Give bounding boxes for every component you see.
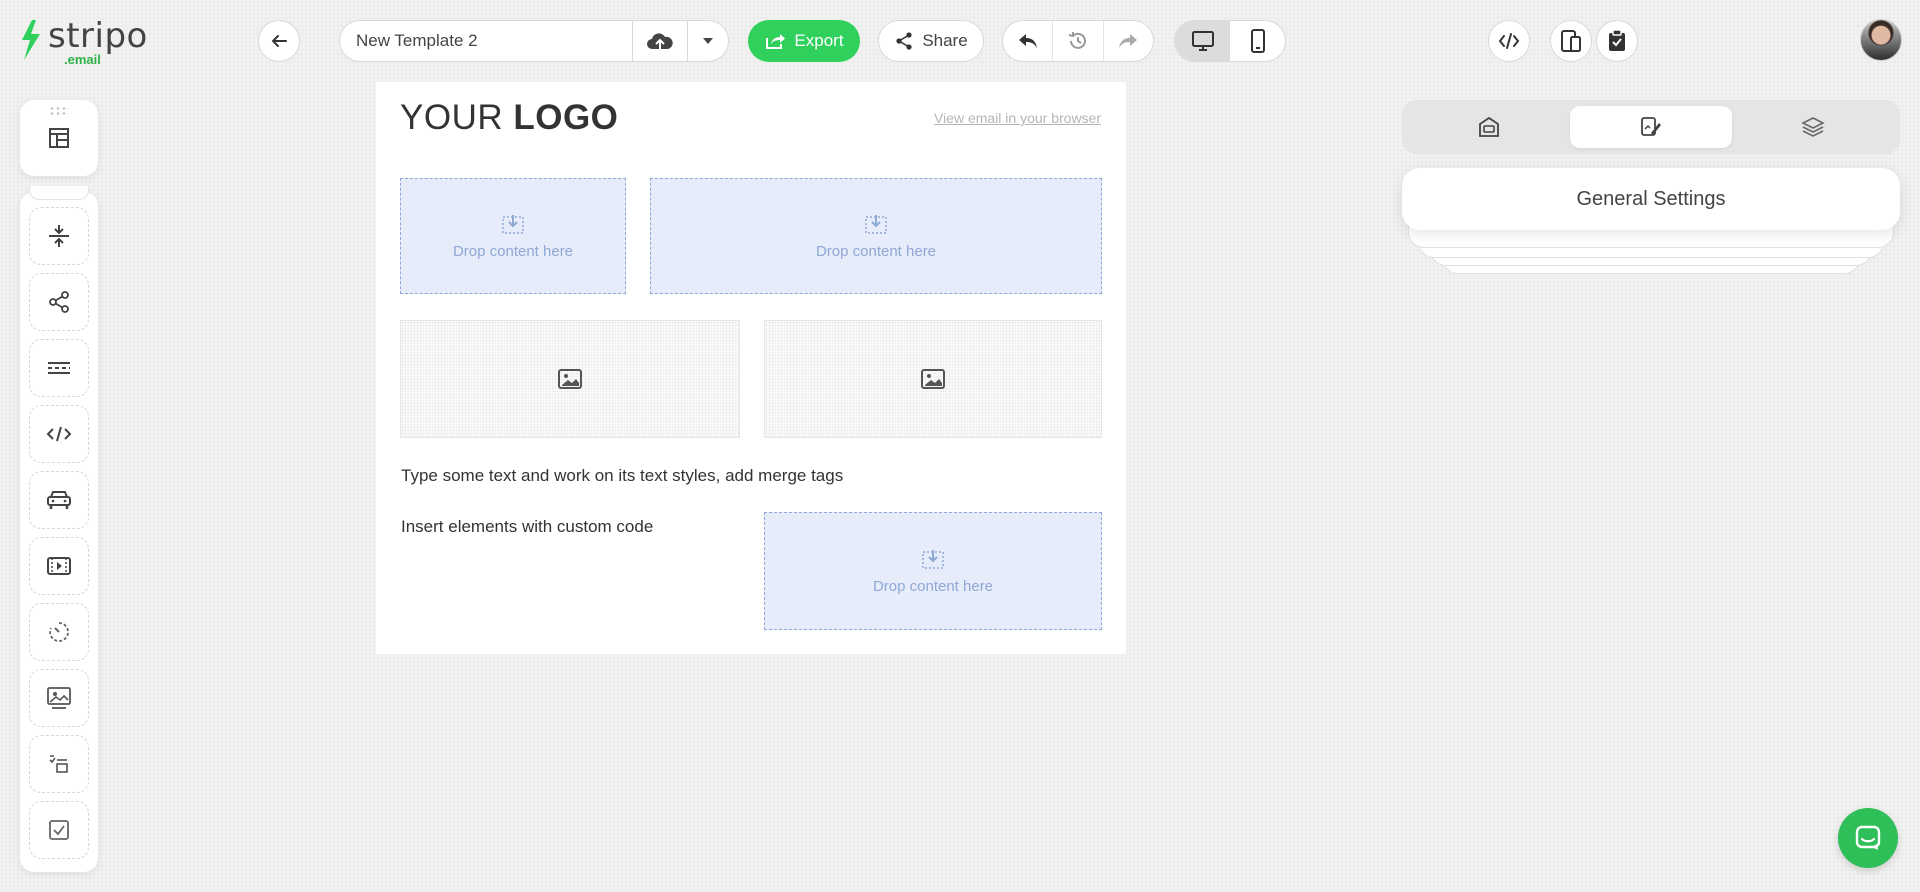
your-logo-placeholder[interactable]: YOUR LOGO bbox=[400, 98, 618, 138]
email-canvas[interactable]: YOUR LOGO View email in your browser Dro… bbox=[376, 82, 1126, 654]
mobile-view-button[interactable] bbox=[1230, 21, 1285, 61]
logo-prefix-text: YOUR bbox=[400, 98, 514, 137]
checkbox-icon bbox=[49, 820, 69, 840]
style-icon bbox=[1641, 117, 1661, 136]
image-placeholder[interactable] bbox=[764, 320, 1102, 438]
drop-label: Drop content here bbox=[452, 242, 574, 260]
settings-panel-tabs bbox=[1402, 100, 1900, 154]
undo-button[interactable] bbox=[1003, 21, 1054, 61]
mobile-icon bbox=[1250, 29, 1265, 53]
image-icon bbox=[921, 369, 945, 389]
support-chat-button[interactable] bbox=[1838, 808, 1898, 868]
history-icon bbox=[1068, 32, 1086, 49]
redo-icon bbox=[1119, 34, 1138, 48]
drop-label: Drop content here bbox=[872, 577, 994, 595]
responsive-preview-icon bbox=[1561, 30, 1581, 52]
share-button[interactable]: Share bbox=[878, 20, 984, 62]
tab-style[interactable] bbox=[1570, 106, 1732, 148]
custom-code-text[interactable]: Insert elements with custom code bbox=[401, 517, 653, 537]
template-name-group: New Template 2 bbox=[339, 20, 729, 62]
layers-icon bbox=[1801, 117, 1825, 137]
spacer-icon bbox=[49, 225, 69, 247]
history-button[interactable] bbox=[1053, 21, 1104, 61]
tool-html[interactable] bbox=[29, 405, 89, 463]
image-placeholder[interactable] bbox=[400, 320, 740, 438]
tool-social[interactable] bbox=[29, 273, 89, 331]
export-label: Export bbox=[794, 31, 844, 50]
drop-download-icon bbox=[922, 549, 944, 569]
drop-label: Drop content here bbox=[815, 242, 937, 260]
tab-layers[interactable] bbox=[1732, 106, 1894, 148]
tab-appearance[interactable] bbox=[1408, 106, 1570, 148]
share-label: Share bbox=[922, 31, 968, 50]
export-button[interactable]: Export bbox=[748, 20, 860, 62]
back-button[interactable] bbox=[258, 20, 300, 62]
tool-banner[interactable] bbox=[29, 669, 89, 727]
undo-icon bbox=[1018, 34, 1037, 48]
text-block[interactable]: Type some text and work on its text styl… bbox=[401, 466, 843, 486]
content-blocks-sidebar bbox=[20, 186, 98, 872]
export-icon bbox=[766, 34, 786, 49]
clipboard-check-icon bbox=[1609, 29, 1625, 51]
drop-download-icon bbox=[502, 214, 524, 234]
blocks-panel-toggle[interactable] bbox=[20, 100, 98, 176]
video-icon bbox=[47, 557, 71, 575]
html-code-icon bbox=[46, 426, 72, 442]
code-icon bbox=[1498, 33, 1520, 49]
logo-subtext: .email bbox=[64, 52, 101, 67]
tool-spacer[interactable] bbox=[29, 207, 89, 265]
logo-bold-text: LOGO bbox=[513, 98, 619, 137]
divider-icon bbox=[48, 362, 70, 374]
bolt-logo-icon bbox=[22, 20, 40, 60]
user-avatar[interactable] bbox=[1860, 19, 1902, 61]
stripo-logo[interactable]: stripo .email bbox=[18, 16, 148, 68]
logo-wordmark: stripo bbox=[48, 16, 148, 56]
code-editor-button[interactable] bbox=[1488, 20, 1530, 62]
share-icon bbox=[896, 32, 912, 50]
drop-zone[interactable]: Drop content here bbox=[400, 178, 626, 294]
desktop-icon bbox=[1191, 31, 1214, 51]
social-share-icon bbox=[49, 291, 69, 313]
banner-icon bbox=[47, 687, 71, 709]
test-email-button[interactable] bbox=[1596, 20, 1638, 62]
caret-down-icon bbox=[703, 38, 713, 44]
drop-zone[interactable]: Drop content here bbox=[764, 512, 1102, 630]
view-in-browser-link[interactable]: View email in your browser bbox=[934, 110, 1101, 126]
arrow-left-icon bbox=[272, 35, 287, 47]
general-settings-card[interactable]: General Settings bbox=[1402, 168, 1900, 230]
template-name-field[interactable]: New Template 2 bbox=[340, 21, 633, 61]
tool-timer[interactable] bbox=[29, 603, 89, 661]
save-options-dropdown[interactable] bbox=[688, 21, 728, 61]
drag-grip-icon[interactable] bbox=[49, 106, 69, 116]
redo-button[interactable] bbox=[1104, 21, 1153, 61]
image-icon bbox=[558, 369, 582, 389]
blocks-icon bbox=[49, 128, 69, 148]
tool-divider[interactable] bbox=[29, 339, 89, 397]
tool-form[interactable] bbox=[29, 735, 89, 793]
drop-zone[interactable]: Drop content here bbox=[650, 178, 1102, 294]
cloud-upload-icon bbox=[647, 33, 673, 50]
amp-form-icon bbox=[49, 755, 68, 773]
responsive-preview-button[interactable] bbox=[1550, 20, 1592, 62]
chat-icon bbox=[1855, 825, 1881, 850]
tool-checkbox[interactable] bbox=[29, 801, 89, 859]
tool-video[interactable] bbox=[29, 537, 89, 595]
amp-carousel-icon bbox=[47, 491, 71, 509]
tool-carousel[interactable] bbox=[29, 471, 89, 529]
history-controls bbox=[1002, 20, 1154, 62]
appearance-icon bbox=[1479, 116, 1499, 137]
timer-icon bbox=[49, 622, 69, 642]
desktop-view-button[interactable] bbox=[1175, 21, 1230, 61]
save-template-button[interactable] bbox=[633, 21, 688, 61]
device-toggle bbox=[1174, 20, 1286, 62]
sidebar-scroll-edge bbox=[29, 186, 89, 200]
drop-download-icon bbox=[865, 214, 887, 234]
